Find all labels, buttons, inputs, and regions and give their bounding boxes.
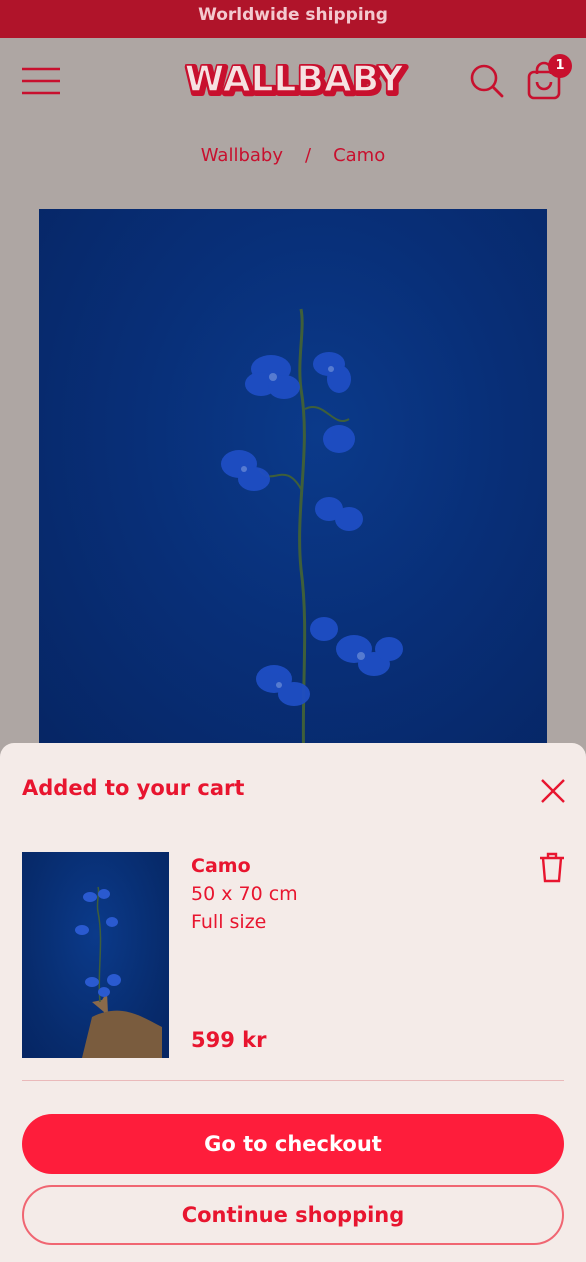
- cart-item-price: 599 kr: [191, 1028, 267, 1052]
- breadcrumb: Wallbaby / Camo: [0, 145, 586, 166]
- go-to-checkout-button[interactable]: Go to checkout: [22, 1114, 564, 1174]
- continue-shopping-button[interactable]: Continue shopping: [22, 1185, 564, 1245]
- breadcrumb-separator: /: [304, 145, 312, 166]
- trash-icon[interactable]: [538, 851, 566, 883]
- search-icon[interactable]: [468, 62, 504, 98]
- close-icon[interactable]: [539, 777, 567, 805]
- svg-text:WALLBABY: WALLBABY: [185, 59, 405, 100]
- cart-item-variant: Full size: [191, 911, 267, 933]
- flower-artwork-thumbnail: [75, 886, 162, 1058]
- site-header: WALLBABY WALLBABY 1: [0, 38, 586, 128]
- breadcrumb-home-link[interactable]: Wallbaby: [201, 145, 283, 166]
- breadcrumb-current: Camo: [333, 145, 386, 166]
- product-image[interactable]: [39, 209, 547, 769]
- cart-item-thumbnail[interactable]: [22, 852, 169, 1058]
- cart-item-size: 50 x 70 cm: [191, 883, 298, 905]
- cart-divider: [22, 1080, 564, 1081]
- cart-item-name[interactable]: Camo: [191, 855, 251, 877]
- wallbaby-logo[interactable]: WALLBABY WALLBABY: [178, 56, 410, 104]
- menu-icon[interactable]: [21, 66, 61, 96]
- cart-count-badge: 1: [548, 54, 572, 78]
- cart-drawer-title: Added to your cart: [22, 776, 245, 800]
- announcement-bar: Worldwide shipping: [0, 0, 586, 38]
- flower-artwork: [221, 308, 403, 769]
- cart-drawer: Added to your cart Camo 50 x 70 cm Full …: [0, 743, 586, 1262]
- announcement-text: Worldwide shipping: [198, 5, 388, 25]
